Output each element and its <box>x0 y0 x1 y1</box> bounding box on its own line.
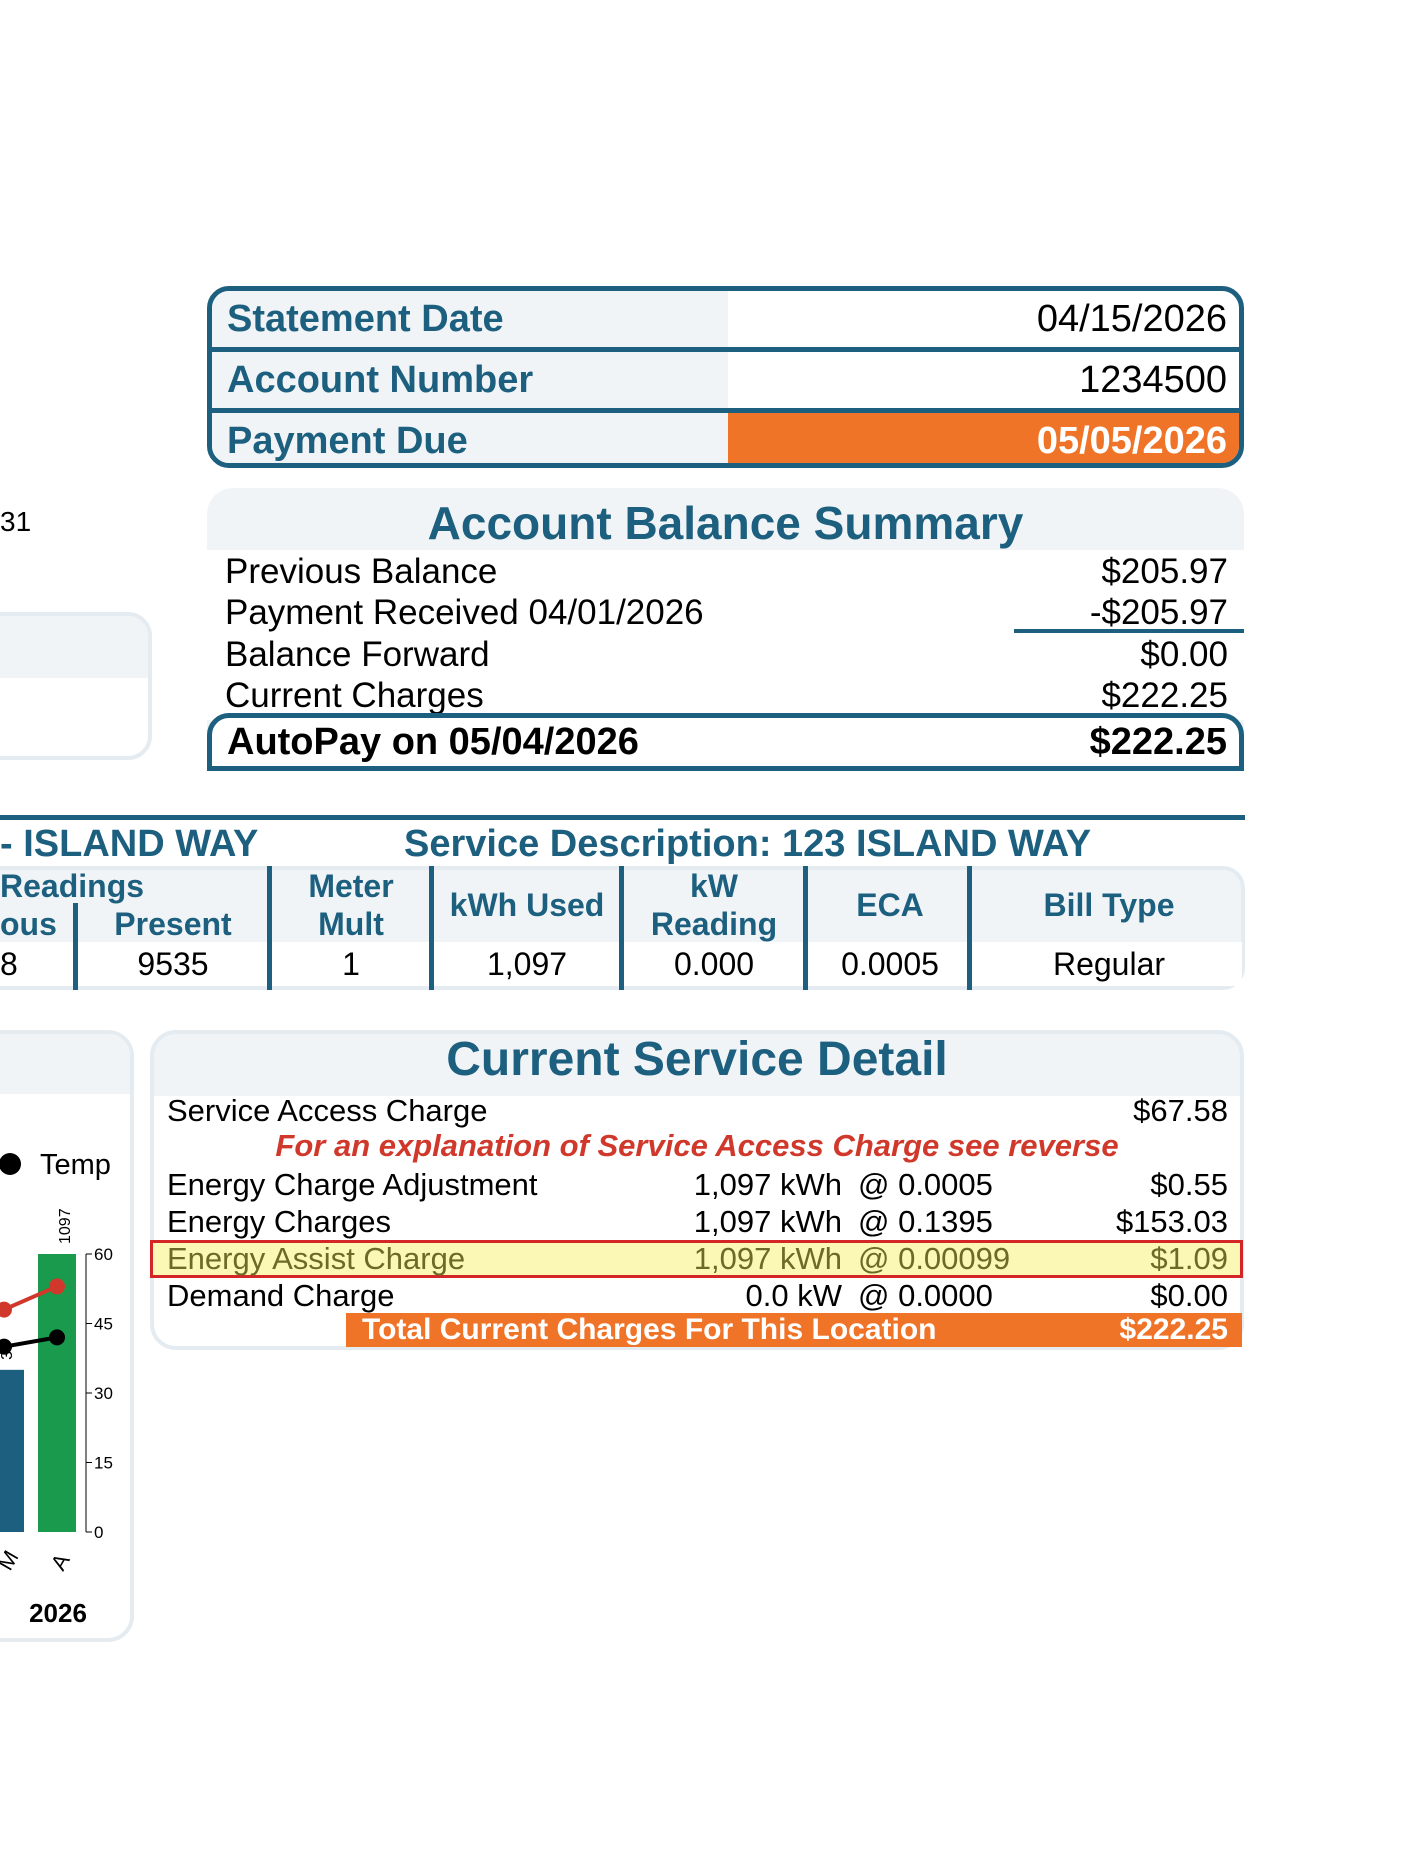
detail-line-qty: 1,097 kWh <box>693 1241 842 1276</box>
statement-date-value: 04/15/2026 <box>1036 298 1227 340</box>
readings-header: Readings <box>0 868 145 904</box>
previous-value: 8 <box>0 946 18 982</box>
chart-marks: Temp109735604530150MA2026 <box>0 1149 113 1628</box>
bill-type-header: Bill Type <box>1043 887 1175 923</box>
autopay-row: AutoPay on 05/04/2026 $222.25 <box>207 713 1244 771</box>
present-header: Present <box>114 906 232 942</box>
payment-due-row: Payment Due 05/05/2026 <box>212 413 1239 463</box>
present-value: 9535 <box>137 946 209 982</box>
detail-line-qty: 1,097 kWh <box>693 1167 842 1202</box>
column-divider <box>967 866 972 990</box>
y-tick-label: 45 <box>94 1315 113 1334</box>
meter-mult-value: 1 <box>342 946 360 982</box>
account-number-value: 1234500 <box>1079 359 1227 401</box>
statement-header-table: Statement Date 04/15/2026 Account Number… <box>207 286 1244 468</box>
detail-line-amount: $0.55 <box>1150 1167 1228 1202</box>
balance-row-forward: Balance Forward $0.00 <box>225 635 1228 675</box>
autopay-amount: $222.25 <box>1089 721 1227 763</box>
detail-line-label: Energy Charge Adjustment <box>167 1167 538 1202</box>
service-address-fragment: - ISLAND WAY <box>0 823 259 865</box>
series-point <box>0 1301 12 1318</box>
payment-due-label: Payment Due <box>212 413 728 463</box>
previous-header: ous <box>0 906 57 942</box>
autopay-label: AutoPay on 05/04/2026 <box>227 721 639 763</box>
detail-line-qty: 1,097 kWh <box>693 1204 842 1239</box>
kwh-used-value: 1,097 <box>486 946 568 982</box>
bar-value-label: 1097 <box>57 1208 74 1244</box>
truncated-text-fragment: 31 <box>0 506 32 537</box>
detail-line-label: Energy Assist Charge <box>167 1241 466 1276</box>
x-category-label: M <box>0 1546 23 1574</box>
account-number-row: Account Number 1234500 <box>212 352 1239 408</box>
total-charges-label: Total Current Charges For This Location <box>362 1313 937 1346</box>
detail-line-amount: $153.03 <box>1115 1204 1228 1239</box>
detail-line-amount: $0.00 <box>1150 1278 1228 1313</box>
subtotal-underline <box>1014 629 1244 633</box>
statement-date-label: Statement Date <box>212 291 728 347</box>
series-point <box>49 1329 65 1346</box>
detail-line-rate: @ 0.1395 <box>858 1204 993 1239</box>
balance-row-value: $205.97 <box>1101 552 1228 591</box>
x-category-label: A <box>46 1549 75 1574</box>
balance-row-value: -$205.97 <box>1089 593 1228 632</box>
kw-reading-header-2: Reading <box>650 906 778 942</box>
balance-row-value: $222.25 <box>1101 676 1228 715</box>
detail-line-label: Energy Charges <box>167 1204 392 1239</box>
balance-row-current: Current Charges $222.25 <box>225 676 1228 716</box>
y-tick-label: 15 <box>94 1454 113 1473</box>
total-charges-amount: $222.25 <box>1119 1313 1228 1346</box>
statement-date-row: Statement Date 04/15/2026 <box>212 291 1239 347</box>
balance-row-label: Balance Forward <box>225 635 490 674</box>
service-access-amount: $67.58 <box>1133 1093 1228 1128</box>
y-tick-label: 0 <box>94 1523 103 1542</box>
y-tick-label: 30 <box>94 1384 113 1403</box>
detail-line-rate: @ 0.00099 <box>858 1241 1011 1276</box>
service-access-note: For an explanation of Service Access Cha… <box>275 1128 1119 1163</box>
left-info-card <box>0 612 152 760</box>
column-divider <box>803 866 808 990</box>
bill-type-value: Regular <box>1052 946 1166 982</box>
service-detail-title: Current Service Detail <box>446 1033 948 1086</box>
usage-bar <box>38 1254 76 1532</box>
column-divider <box>619 866 624 990</box>
column-divider <box>429 866 434 990</box>
detail-line-rate: @ 0.0005 <box>858 1167 993 1202</box>
service-section-rule <box>0 815 1245 820</box>
left-info-card-header <box>0 616 148 678</box>
detail-line-amount: $1.09 <box>1150 1241 1228 1276</box>
service-access-label: Service Access Charge <box>167 1093 488 1128</box>
detail-line-qty: 0.0 kW <box>745 1278 842 1313</box>
eca-value: 0.0005 <box>841 946 939 982</box>
eca-header: ECA <box>856 887 924 923</box>
kwh-used-header: kWh Used <box>449 887 605 923</box>
meter-mult-header-1: Meter <box>308 868 394 904</box>
y-tick-label: 60 <box>94 1245 113 1264</box>
kw-reading-header-1: kW <box>690 868 738 904</box>
column-divider <box>267 866 272 990</box>
year-label: 2026 <box>29 1598 87 1628</box>
kw-reading-value: 0.000 <box>673 946 755 982</box>
usage-chart: Temp109735604530150MA2026 <box>0 1149 113 1628</box>
legend-temp-marker <box>0 1153 21 1175</box>
account-number-label: Account Number <box>212 352 728 408</box>
balance-row-label: Payment Received 04/01/2026 <box>225 593 704 632</box>
detail-line-rate: @ 0.0000 <box>858 1278 993 1313</box>
balance-row-payment: Payment Received 04/01/2026 -$205.97 <box>225 593 1228 633</box>
balance-row-value: $0.00 <box>1140 635 1228 674</box>
balance-row-label: Current Charges <box>225 676 484 715</box>
payment-due-value: 05/05/2026 <box>728 413 1239 463</box>
legend-temp-label: Temp <box>40 1149 111 1181</box>
balance-summary-body: Previous Balance $205.97 Payment Receive… <box>207 550 1244 720</box>
meter-mult-header-2: Mult <box>318 906 384 942</box>
balance-summary-title: Account Balance Summary <box>427 497 1024 549</box>
usage-bar <box>0 1369 24 1532</box>
series-point <box>49 1278 65 1295</box>
service-description-title: Service Description: 123 ISLAND WAY <box>404 823 1092 865</box>
detail-line-label: Demand Charge <box>167 1278 395 1313</box>
column-divider <box>73 903 78 990</box>
balance-row-label: Previous Balance <box>225 552 498 591</box>
balance-row-previous: Previous Balance $205.97 <box>225 552 1228 592</box>
